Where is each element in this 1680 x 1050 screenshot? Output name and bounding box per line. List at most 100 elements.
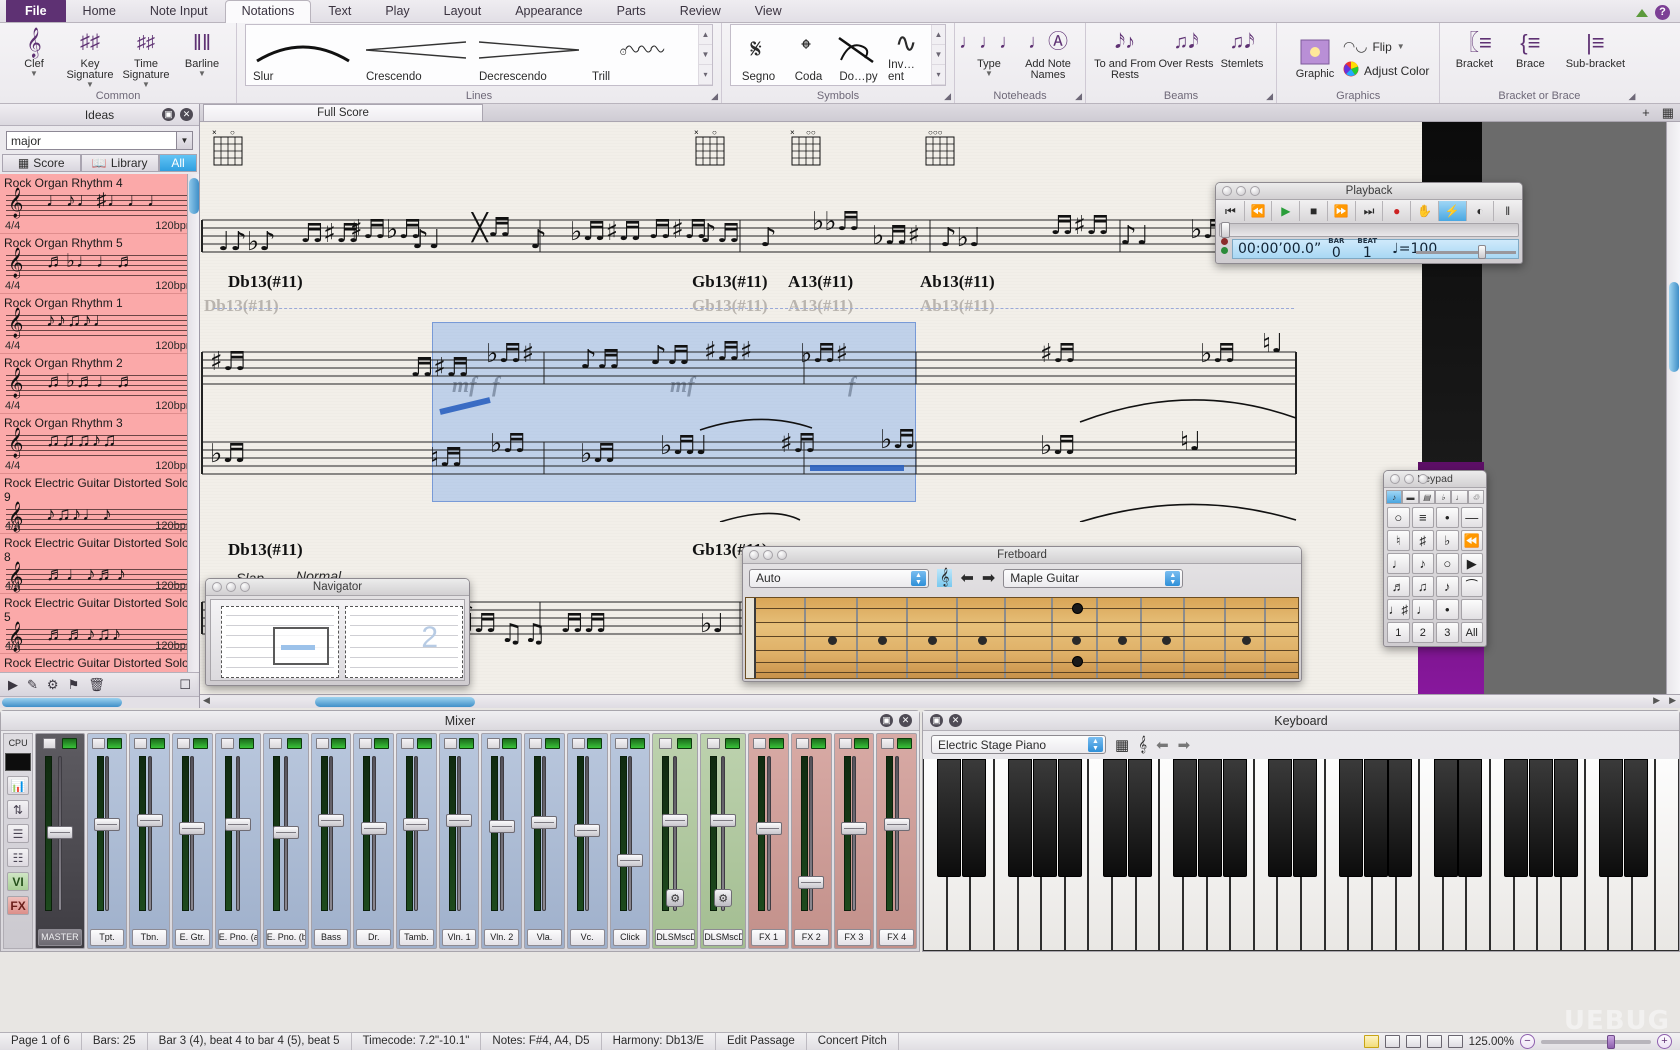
fader-track[interactable]: [673, 756, 677, 911]
mixer-channel[interactable]: ⚙ DLSMscD: [652, 733, 698, 949]
channel-name[interactable]: E. Gtr.: [175, 929, 210, 946]
keyboard-size-icon[interactable]: ▦: [1115, 736, 1129, 754]
list-item[interactable]: Rock Organ Rhythm 3 𝄞 ♫♫♫♪♫ 4/4120bpm: [0, 414, 199, 474]
volume-fader[interactable]: [137, 814, 163, 827]
keypad-key[interactable]: ▶: [1461, 553, 1484, 574]
performance-icon[interactable]: ◐: [1467, 201, 1495, 221]
key-signature-button[interactable]: ♯♯ Key Signature ▼: [62, 25, 118, 88]
volume-fader[interactable]: [225, 818, 251, 831]
go-to-end-icon[interactable]: ⏭: [1356, 201, 1384, 221]
scroll-down-icon[interactable]: ▼: [932, 45, 945, 65]
gallery-item-segno[interactable]: 𝄋 Segno: [731, 25, 781, 85]
symbols-gallery[interactable]: 𝄋 Segno 𝄌 Coda Do…py ∿ Inv…ent: [730, 24, 946, 86]
ideas-scrollbar[interactable]: [187, 174, 199, 672]
keypad-key-voice-2[interactable]: 2: [1412, 622, 1435, 643]
keypad-key[interactable]: •: [1436, 599, 1459, 620]
keypad-key[interactable]: [1461, 599, 1484, 620]
chevron-down-icon[interactable]: ▼: [30, 70, 38, 77]
channel-name[interactable]: DLSMscD: [655, 929, 695, 946]
channel-name[interactable]: Bass: [314, 929, 349, 946]
black-key[interactable]: [1008, 759, 1032, 877]
chord-symbol[interactable]: Db13(#11): [228, 540, 303, 560]
volume-fader[interactable]: [798, 876, 824, 889]
volume-fader[interactable]: [94, 818, 120, 831]
black-key[interactable]: [1058, 759, 1082, 877]
chevron-down-icon[interactable]: ▼: [86, 81, 94, 88]
gear-icon[interactable]: ⚙: [714, 889, 732, 907]
fader-track[interactable]: [895, 756, 899, 911]
tab-list-button[interactable]: ▦: [1656, 105, 1680, 121]
mute-toggle[interactable]: [221, 738, 234, 749]
tab-home[interactable]: Home: [66, 0, 133, 22]
record-icon[interactable]: ●: [1383, 201, 1411, 221]
volume-fader[interactable]: [47, 826, 73, 839]
mute-toggle[interactable]: [487, 738, 500, 749]
window-controls[interactable]: [1222, 186, 1260, 196]
fretboard-window[interactable]: Fretboard Auto ▲▼ 𝄞 ⬅ ➡ Maple Guitar ▲▼: [742, 546, 1302, 682]
gallery-item-crescendo[interactable]: Crescendo: [359, 25, 472, 85]
mixer-channel[interactable]: Tbn.: [129, 733, 170, 949]
keypad-key-voice-3[interactable]: 3: [1436, 622, 1459, 643]
equalizer-icon[interactable]: ☰: [7, 824, 29, 843]
mute-toggle[interactable]: [134, 738, 147, 749]
channel-name[interactable]: Tpt.: [90, 929, 125, 946]
chord-symbol[interactable]: A13(#11): [788, 272, 853, 292]
white-key[interactable]: [1088, 759, 1112, 951]
tab-file[interactable]: File: [6, 0, 66, 22]
new-idea-icon[interactable]: ☐: [179, 677, 191, 693]
keypad-key[interactable]: ♪: [1412, 553, 1435, 574]
scroll-up-icon[interactable]: ▲: [932, 25, 945, 45]
navigator-page-right[interactable]: 2: [345, 606, 463, 678]
keypad-key[interactable]: ♩: [1412, 599, 1435, 620]
tab-play[interactable]: Play: [368, 0, 426, 22]
mixer-channel[interactable]: E. Gtr.: [172, 733, 213, 949]
next-chord-icon[interactable]: ➡: [982, 568, 995, 588]
keypad-key[interactable]: ♫: [1412, 576, 1435, 597]
notehead-type-button[interactable]: ♩♩♩ Type ▼: [961, 25, 1017, 77]
fretboard-instrument-select[interactable]: Maple Guitar ▲▼: [1003, 569, 1183, 588]
beams-dialog-launcher[interactable]: ◢: [1266, 91, 1273, 102]
black-key[interactable]: [1364, 759, 1388, 877]
chevron-down-icon[interactable]: ▼: [198, 70, 206, 77]
bracket-dialog-launcher[interactable]: ◢: [1628, 91, 1635, 102]
mute-toggle[interactable]: [753, 738, 766, 749]
channel-name[interactable]: Tamb.: [399, 929, 434, 946]
volume-fader[interactable]: [617, 854, 643, 867]
play-icon[interactable]: ▶: [1272, 201, 1300, 221]
tab-note-input[interactable]: Note Input: [133, 0, 225, 22]
volume-fader[interactable]: [361, 822, 387, 835]
volume-fader[interactable]: [756, 822, 782, 835]
keypad-window[interactable]: Keypad ♪ ▬ ▤ ♭ ♩ ♲ ○ ≡ • — ♮ ♯ ♭ ⏪ ♩ ♪ ○…: [1383, 470, 1487, 647]
list-item[interactable]: Rock Electric Guitar Distorted Solo 9 𝄞 …: [0, 474, 199, 534]
black-key[interactable]: [1128, 759, 1152, 877]
help-icon[interactable]: ?: [1655, 5, 1670, 20]
channel-name[interactable]: Vc.: [570, 929, 605, 946]
undock-icon[interactable]: ▣: [880, 714, 893, 727]
gallery-item-decrescendo[interactable]: Decrescendo: [472, 25, 585, 85]
mute-toggle[interactable]: [177, 738, 190, 749]
mixer-channel[interactable]: FX 1: [748, 733, 789, 949]
fader-track[interactable]: [457, 756, 461, 911]
keypad-key[interactable]: ♪: [1436, 576, 1459, 597]
keypad-key[interactable]: ♩: [1387, 553, 1410, 574]
ideas-list[interactable]: Rock Organ Rhythm 4 𝄞 ♩♪♩♯♩♩♩ 4/4120bpm …: [0, 174, 199, 672]
flip-button[interactable]: ◠◡ Flip ▼: [1343, 38, 1429, 55]
sub-bracket-button[interactable]: |≡ Sub-bracket: [1558, 25, 1632, 70]
keyboard-instrument-select[interactable]: Electric Stage Piano ▲▼: [931, 735, 1106, 754]
gallery-item-inverted-mordent[interactable]: ∿ Inv…ent: [881, 25, 931, 85]
clef-icon[interactable]: 𝄞: [937, 569, 952, 587]
tab-layout[interactable]: Layout: [427, 0, 499, 22]
beams-to-from-rests-button[interactable]: 𝅘𝅥𝅯♪ To and From Rests: [1092, 25, 1158, 81]
noteheads-dialog-launcher[interactable]: ◢: [1075, 91, 1082, 102]
score-horizontal-scrollbar[interactable]: ◀ ▶ ▶: [200, 694, 1680, 708]
window-controls[interactable]: [1390, 474, 1428, 484]
slider-knob[interactable]: [1607, 1035, 1615, 1049]
keyboard-window[interactable]: ▣ ✕ Keyboard Electric Stage Piano ▲▼ ▦ 𝄞…: [922, 710, 1680, 952]
stop-icon[interactable]: ■: [1300, 201, 1328, 221]
zoom-in-button[interactable]: +: [1657, 1034, 1672, 1049]
new-tab-button[interactable]: +: [1636, 105, 1656, 120]
zoom-out-button[interactable]: −: [1520, 1034, 1535, 1049]
single-page-view-icon[interactable]: [1427, 1035, 1442, 1048]
collapse-ribbon-icon[interactable]: [1636, 9, 1648, 17]
black-key[interactable]: [1268, 759, 1292, 877]
